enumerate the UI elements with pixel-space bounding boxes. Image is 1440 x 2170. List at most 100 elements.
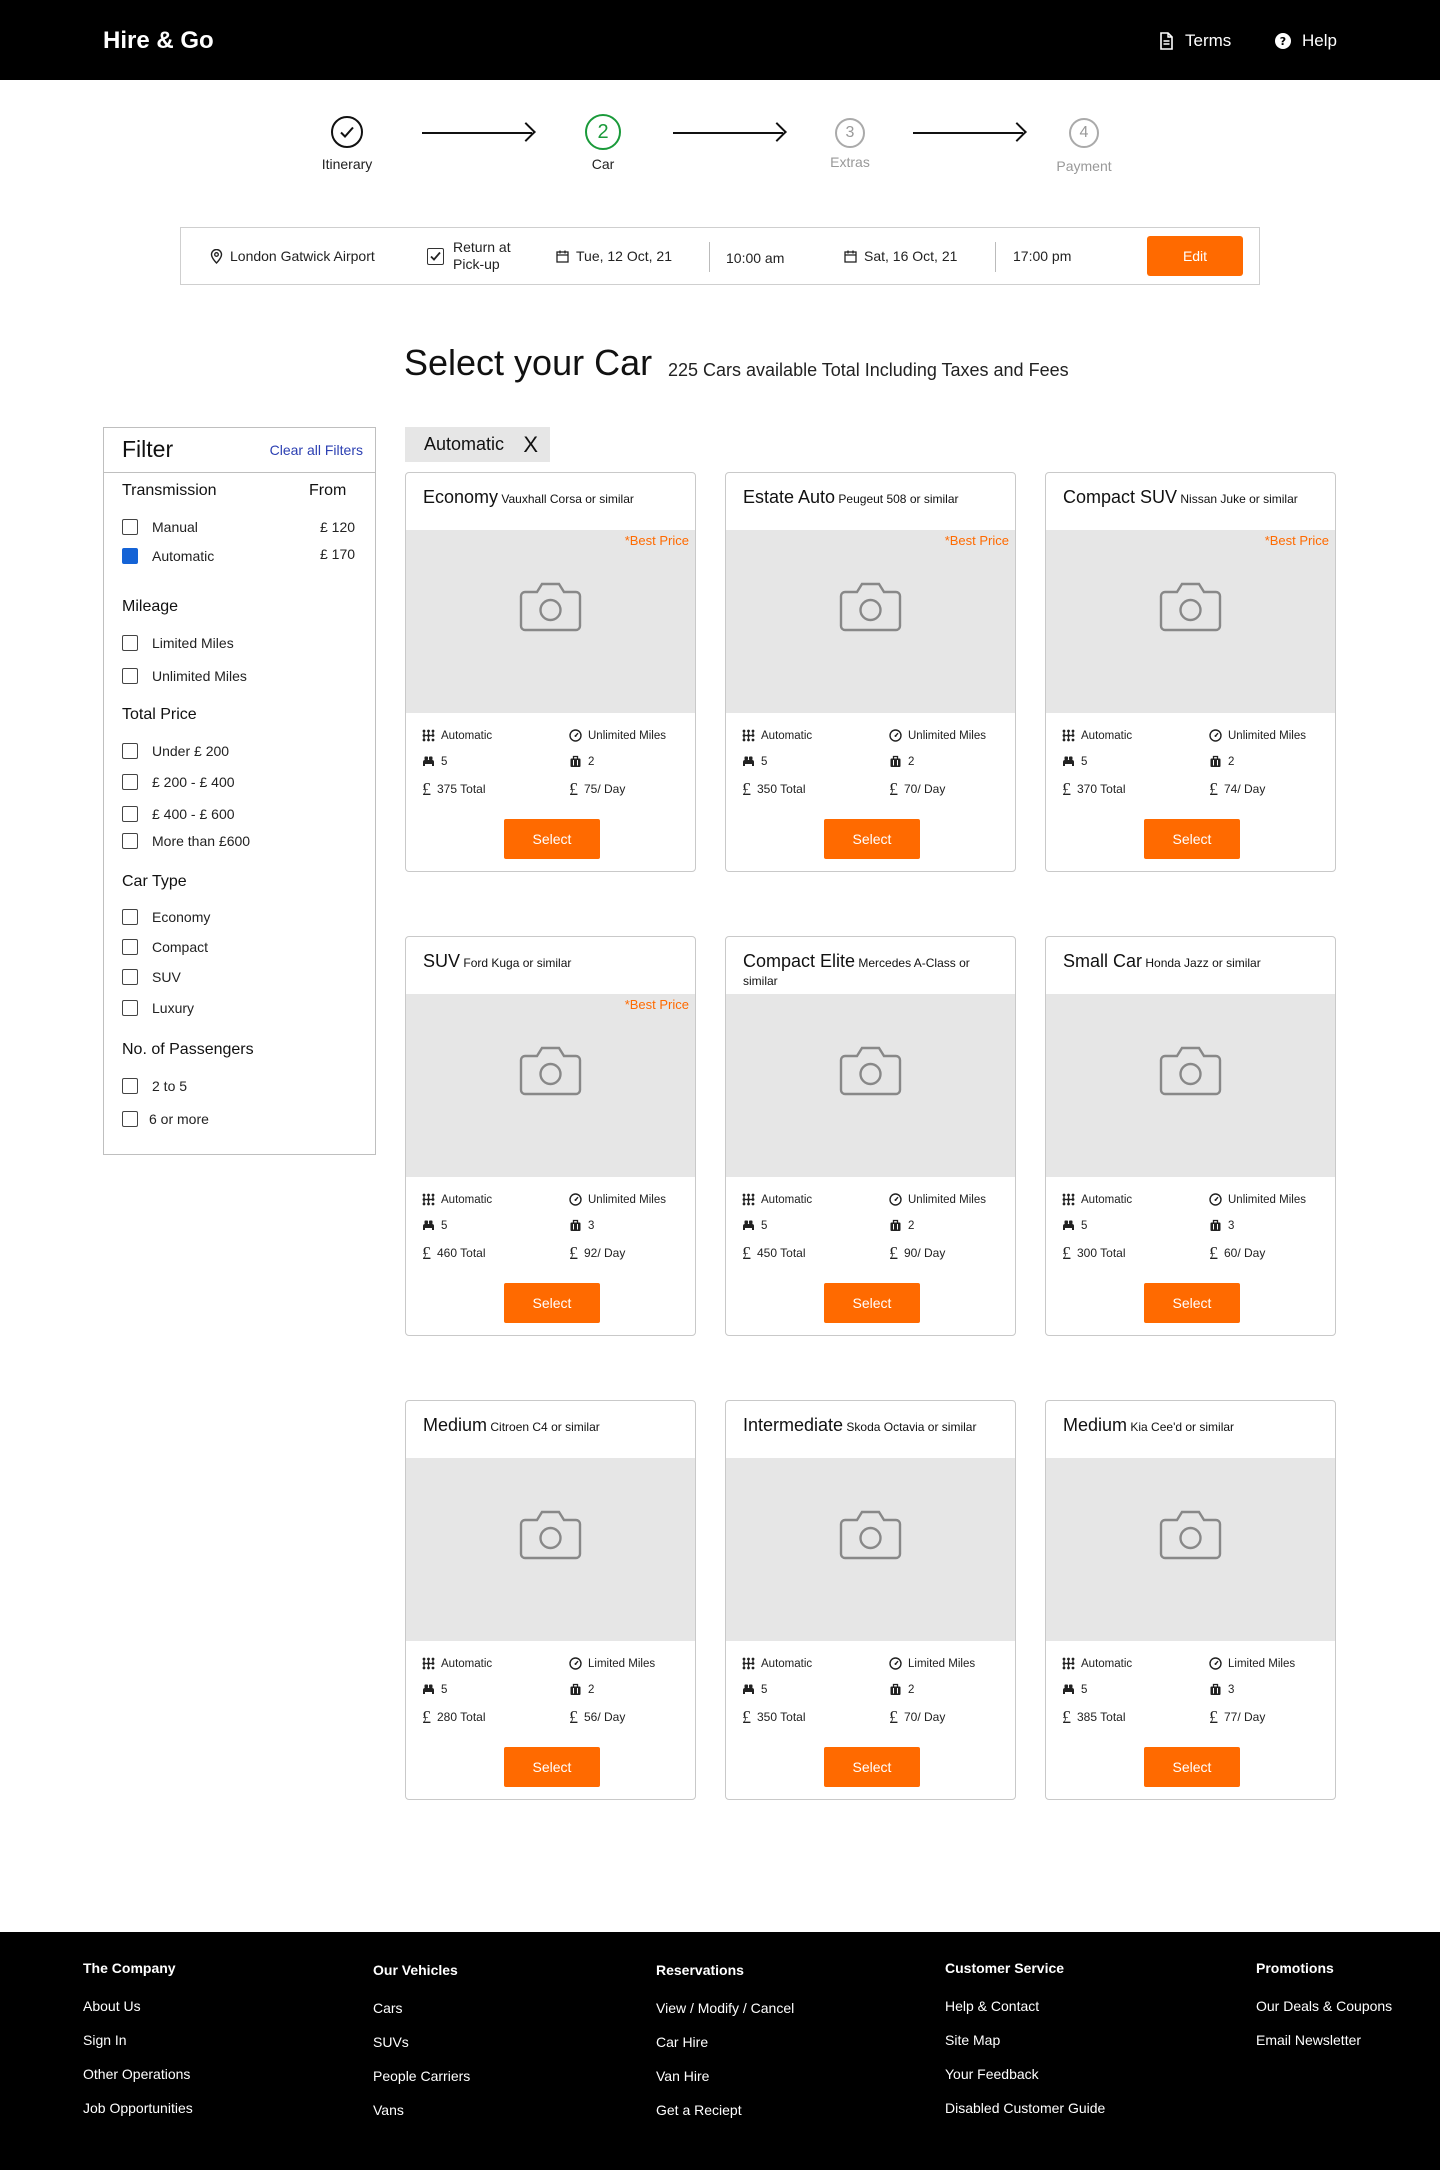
select-car-button[interactable]: Select: [1144, 819, 1240, 859]
car-card[interactable]: Compact Elite Mercedes A-Class or simila…: [725, 936, 1016, 1336]
pickup-location[interactable]: London Gatwick Airport: [210, 228, 375, 284]
car-card[interactable]: Medium Citroen C4 or similar Automatic Lim…: [405, 1400, 696, 1800]
car-card[interactable]: Estate Auto Peugeut 508 or similar *Best …: [725, 472, 1016, 872]
option-label: Under £ 200: [152, 743, 230, 759]
spec-text: 5: [1081, 1219, 1088, 1232]
speedometer-icon: [889, 1657, 902, 1670]
edit-search-button[interactable]: Edit: [1147, 236, 1243, 276]
seats-spec: 5: [742, 1219, 767, 1232]
checkbox[interactable]: [122, 833, 138, 849]
site-logo[interactable]: Hire & Go: [103, 27, 214, 55]
car-card[interactable]: Intermediate Skoda Octavia or similar Aut…: [725, 1400, 1016, 1800]
dropoff-time[interactable]: 17:00 pm: [1013, 228, 1071, 284]
footer-link[interactable]: SUVs: [373, 2034, 470, 2068]
filter-2-to-5[interactable]: 2 to 5: [122, 1078, 187, 1094]
return-at-pickup-toggle[interactable]: Return at Pick-up: [427, 228, 511, 284]
filter-under-200[interactable]: Under £ 200: [122, 743, 229, 759]
checkbox[interactable]: [122, 743, 138, 759]
checkbox-checked[interactable]: [122, 548, 138, 564]
checkbox[interactable]: [122, 806, 138, 822]
return-label-line1: Return at: [453, 238, 511, 255]
mileage-spec: Limited Miles: [1209, 1657, 1295, 1670]
select-car-button[interactable]: Select: [1144, 1747, 1240, 1787]
footer-link[interactable]: People Carriers: [373, 2068, 470, 2102]
site-footer: The Company About Us Sign In Other Operatio…: [0, 1932, 1440, 2170]
select-car-button[interactable]: Select: [824, 1747, 920, 1787]
footer-link[interactable]: Site Map: [945, 2032, 1105, 2066]
footer-link[interactable]: Job Opportunities: [83, 2100, 193, 2134]
checkbox[interactable]: [122, 969, 138, 985]
footer-link[interactable]: Van Hire: [656, 2068, 794, 2102]
footer-link[interactable]: Help & Contact: [945, 1998, 1105, 2032]
transmission-spec: Automatic: [742, 1657, 812, 1670]
footer-link[interactable]: View / Modify / Cancel: [656, 2000, 794, 2034]
transmission-spec: Automatic: [742, 1193, 812, 1206]
car-card[interactable]: SUV Ford Kuga or similar *Best Price Autom…: [405, 936, 696, 1336]
pickup-date[interactable]: Tue, 12 Oct, 21: [556, 228, 672, 284]
checkbox[interactable]: [122, 1078, 138, 1094]
luggage-icon: [570, 1219, 581, 1231]
select-car-button[interactable]: Select: [824, 1283, 920, 1323]
footer-link[interactable]: Cars: [373, 2000, 470, 2034]
filter-suv[interactable]: SUV: [122, 969, 181, 985]
filter-over-600[interactable]: More than £600: [122, 833, 250, 849]
chip-remove-button[interactable]: X: [523, 433, 538, 456]
select-car-button[interactable]: Select: [824, 819, 920, 859]
filter-economy[interactable]: Economy: [122, 909, 210, 925]
luggage-icon: [1210, 1219, 1221, 1231]
step-payment[interactable]: 4 Payment: [1034, 118, 1134, 174]
filter-400-600[interactable]: £ 400 - £ 600: [122, 806, 235, 822]
footer-link[interactable]: Other Operations: [83, 2066, 193, 2100]
footer-link[interactable]: About Us: [83, 1998, 193, 2032]
filter-compact[interactable]: Compact: [122, 939, 208, 955]
checkbox[interactable]: [122, 635, 138, 651]
checkbox[interactable]: [122, 1000, 138, 1016]
pound-icon: £: [1062, 1707, 1071, 1727]
filter-limited-miles[interactable]: Limited Miles: [122, 635, 234, 651]
card-heading: Intermediate Skoda Octavia or similar: [726, 1401, 1015, 1458]
footer-link[interactable]: Our Deals & Coupons: [1256, 1998, 1392, 2032]
checkbox[interactable]: [122, 519, 138, 535]
footer-link[interactable]: Sign In: [83, 2032, 193, 2066]
bags-spec: 2: [889, 1219, 914, 1232]
filter-automatic[interactable]: Automatic: [122, 548, 214, 564]
return-checkbox[interactable]: [427, 247, 444, 265]
luggage-icon: [570, 1683, 581, 1695]
filter-200-400[interactable]: £ 200 - £ 400: [122, 774, 235, 790]
footer-link[interactable]: Your Feedback: [945, 2066, 1105, 2100]
car-card[interactable]: Compact SUV Nissan Juke or similar *Best …: [1045, 472, 1336, 872]
step-itinerary[interactable]: Itinerary: [297, 116, 397, 172]
checkbox[interactable]: [122, 1111, 138, 1127]
footer-link[interactable]: Vans: [373, 2102, 470, 2136]
checkbox[interactable]: [122, 909, 138, 925]
select-car-button[interactable]: Select: [1144, 1283, 1240, 1323]
select-car-button[interactable]: Select: [504, 1283, 600, 1323]
footer-link[interactable]: Email Newsletter: [1256, 2032, 1392, 2066]
clear-filters-link[interactable]: Clear all Filters: [270, 442, 363, 458]
car-card[interactable]: Small Car Honda Jazz or similar Automatic…: [1045, 936, 1336, 1336]
camera-icon: [839, 1046, 902, 1096]
filter-header: Filter Clear all Filters: [104, 428, 375, 473]
checkbox[interactable]: [122, 668, 138, 684]
select-car-button[interactable]: Select: [504, 819, 600, 859]
checkbox[interactable]: [122, 939, 138, 955]
car-card[interactable]: Medium Kia Cee'd or similar Automatic Limi…: [1045, 1400, 1336, 1800]
spec-text: 5: [441, 1683, 448, 1696]
checkbox[interactable]: [122, 774, 138, 790]
dropoff-date[interactable]: Sat, 16 Oct, 21: [844, 228, 957, 284]
filter-unlimited-miles[interactable]: Unlimited Miles: [122, 668, 247, 684]
car-card[interactable]: Economy Vauxhall Corsa or similar *Best P…: [405, 472, 696, 872]
step-extras[interactable]: 3 Extras: [800, 118, 900, 170]
filter-manual[interactable]: Manual: [122, 519, 198, 535]
select-car-button[interactable]: Select: [504, 1747, 600, 1787]
footer-link[interactable]: Car Hire: [656, 2034, 794, 2068]
footer-link[interactable]: Disabled Customer Guide: [945, 2100, 1105, 2134]
step-car[interactable]: 2 Car: [553, 114, 653, 172]
filter-luxury[interactable]: Luxury: [122, 1000, 194, 1016]
terms-link[interactable]: Terms: [1157, 31, 1231, 51]
help-link[interactable]: ? Help: [1274, 31, 1337, 51]
spec-text: 2: [908, 755, 915, 768]
filter-6-or-more[interactable]: 6 or more: [122, 1111, 209, 1127]
pickup-time[interactable]: 10:00 am: [726, 230, 784, 286]
footer-link[interactable]: Get a Reciept: [656, 2102, 794, 2136]
